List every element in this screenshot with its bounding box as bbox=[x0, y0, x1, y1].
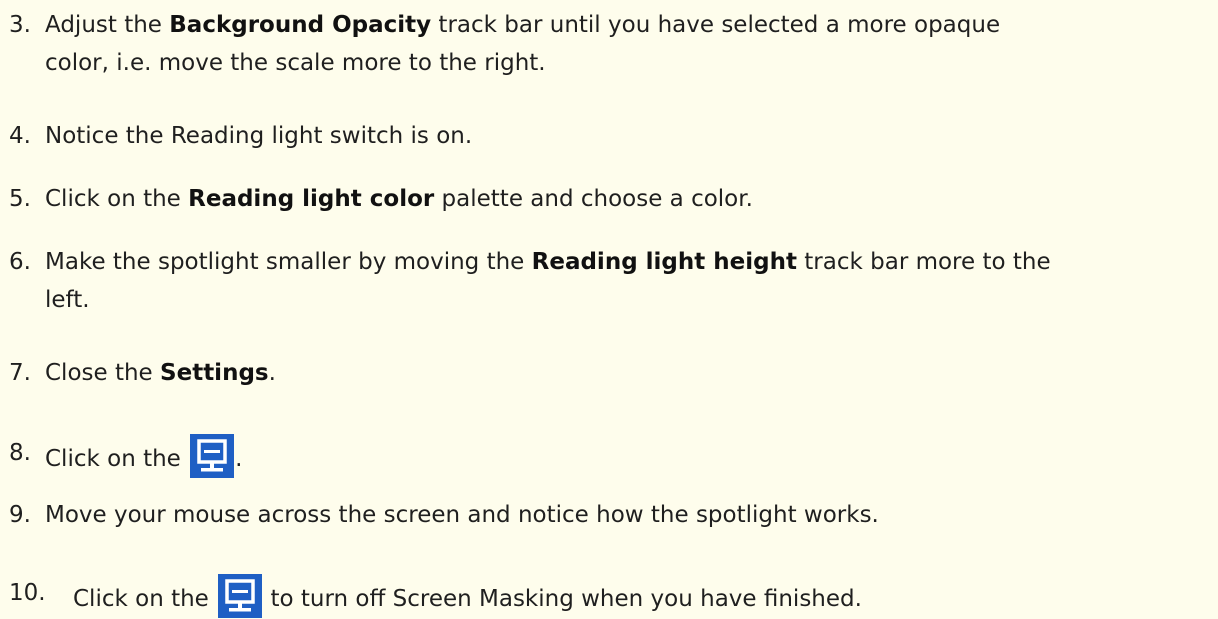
step-text: Make the spotlight smaller by moving the… bbox=[45, 249, 1051, 313]
screen-masking-icon[interactable] bbox=[190, 434, 235, 478]
reading-light-color-label: Reading light color bbox=[188, 186, 435, 212]
step-text: Click on the to turn off Screen Masking … bbox=[73, 574, 862, 618]
step-number: 5. bbox=[9, 186, 31, 212]
step-number: 4. bbox=[9, 123, 31, 149]
instruction-list: 3. Adjust the Background Opacity track b… bbox=[0, 0, 1218, 619]
step-text: Click on the Reading light color palette… bbox=[45, 186, 753, 212]
step-number: 6. bbox=[9, 249, 31, 275]
step-text: Notice the Reading light switch is on. bbox=[45, 123, 473, 149]
background-opacity-label: Background Opacity bbox=[169, 12, 432, 38]
screen-masking-icon[interactable] bbox=[218, 574, 263, 618]
step-number: 8. bbox=[9, 440, 31, 466]
step-number: 3. bbox=[9, 12, 31, 38]
step-number: 10. bbox=[9, 580, 46, 606]
step-number: 7. bbox=[9, 360, 31, 386]
step-text: Click on the . bbox=[45, 434, 242, 478]
settings-label: Settings bbox=[160, 360, 269, 386]
step-text: Adjust the Background Opacity track bar … bbox=[45, 12, 1001, 76]
step-text: Move your mouse across the screen and no… bbox=[45, 502, 879, 528]
reading-light-height-label: Reading light height bbox=[531, 249, 797, 275]
step-text: Close the Settings. bbox=[45, 360, 276, 386]
step-number: 9. bbox=[9, 502, 31, 528]
